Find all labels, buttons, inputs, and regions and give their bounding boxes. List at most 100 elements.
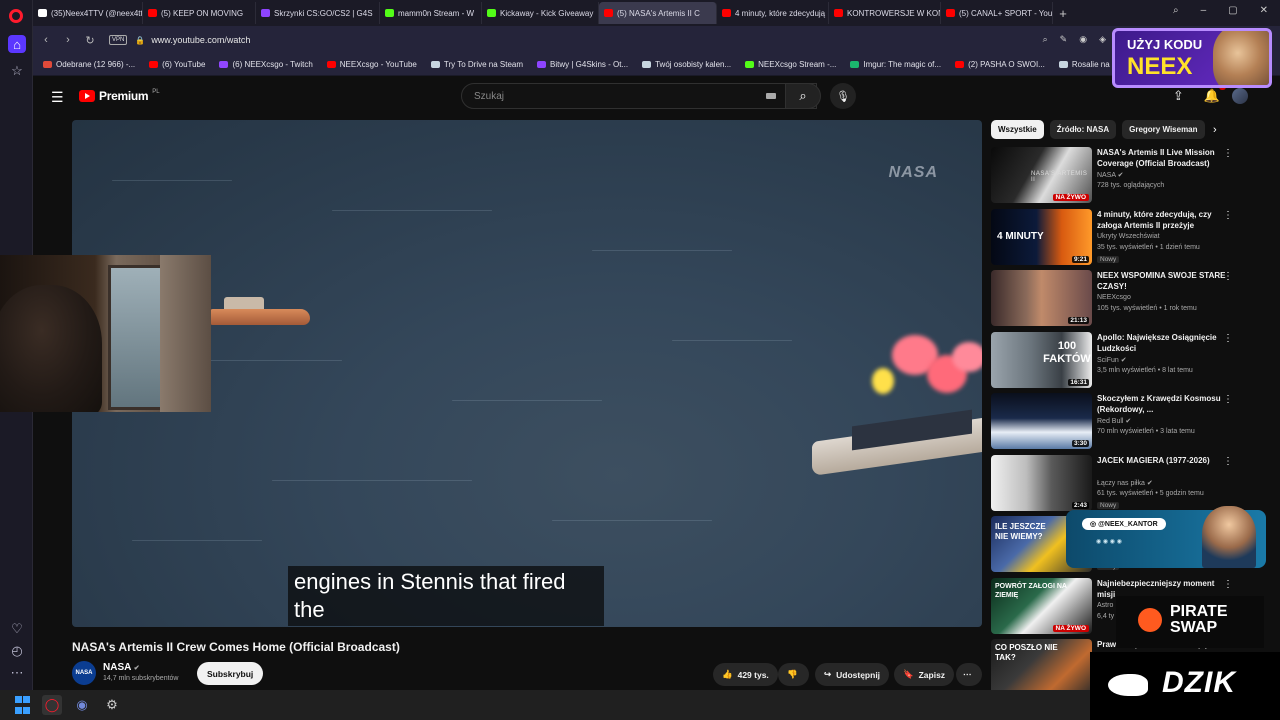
more-icon[interactable]: ⋮ [1223, 210, 1233, 221]
search-button[interactable]: ⌕ [785, 83, 821, 109]
tab[interactable]: Kickaway - Kick Giveaway [482, 2, 599, 24]
heart-icon[interactable]: ♡ [8, 620, 26, 638]
youtube-logo[interactable]: Premium PL [79, 89, 160, 103]
thumbnail[interactable]: 21:13 [991, 270, 1092, 326]
vpn-badge[interactable]: VPN [109, 35, 128, 45]
more-icon[interactable]: ⋮ [1223, 271, 1233, 282]
bookmark[interactable]: NEEXcsgo - YouTube [326, 60, 417, 69]
channel-avatar[interactable]: NASA [72, 661, 96, 685]
list-item[interactable]: 21:13 NEEX WSPOMINA SWOJE STARE CZASY! N… [991, 267, 1239, 329]
new-tab-button[interactable]: + [1053, 6, 1073, 21]
thumbnail[interactable]: 2:43 [991, 454, 1092, 511]
more-icon[interactable]: ⋮ [1223, 579, 1233, 590]
recommendation-title[interactable]: JACEK MAGIERA (1977-2026) [1097, 455, 1229, 466]
bell-icon[interactable]: 🔔5 [1204, 84, 1226, 104]
edit-icon[interactable]: ✎ [1060, 34, 1068, 45]
bookmark[interactable]: NEEXcsgo Stream -... [745, 60, 836, 69]
upload-icon[interactable]: ⇪ [1173, 88, 1184, 104]
forward-icon[interactable]: › [57, 34, 79, 46]
list-item[interactable]: 3:30 Skoczyłem z Krawędzi Kosmosu (Rekor… [991, 390, 1239, 452]
share-button[interactable]: ↪ Udostępnij [815, 663, 890, 686]
search-tabs-icon[interactable]: ⌕ [1173, 5, 1179, 16]
close-icon[interactable]: ✕ [1260, 5, 1268, 16]
thumbnail[interactable]: 3:30 [991, 393, 1092, 449]
subscribe-button[interactable]: Subskrybuj [197, 662, 264, 685]
reload-icon[interactable]: ↻ [79, 34, 101, 47]
opera-taskbar-icon[interactable]: ◯ [42, 695, 62, 715]
chip-gregory-wiseman[interactable]: Gregory Wiseman [1122, 120, 1205, 139]
microphone-button[interactable]: 🎙 [830, 83, 856, 109]
chip-all[interactable]: Wszystkie [991, 120, 1044, 139]
app-taskbar-icon[interactable]: ⚙ [102, 695, 122, 715]
bookmark[interactable]: (2) PASHA O SWOI... [955, 60, 1045, 69]
save-button[interactable]: 🔖 Zapisz [894, 663, 955, 686]
thumbnail[interactable]: POWRÓT ZAŁOGI NA ZIEMIĘ NA ŻYWO [991, 577, 1092, 634]
thumbnail[interactable]: 4 MINUTY 9:21 [991, 208, 1092, 265]
recommendation-channel[interactable]: Astro [1097, 602, 1113, 609]
chevron-right-icon[interactable]: › [1213, 124, 1217, 136]
back-icon[interactable]: ‹ [35, 34, 57, 46]
more-icon[interactable]: ⋮ [1223, 333, 1233, 344]
maximize-icon[interactable]: ▢ [1228, 5, 1237, 16]
discord-taskbar-icon[interactable]: ◉ [72, 695, 92, 715]
tab-active[interactable]: (5) NASA's Artemis II C [599, 2, 717, 24]
camera-icon[interactable]: ◉ [1079, 34, 1087, 45]
windows-start-icon[interactable] [12, 695, 32, 715]
thumbnail[interactable]: CO POSZŁO NIE TAK? [991, 639, 1092, 695]
shield-icon[interactable]: ◈ [1099, 34, 1106, 45]
recommendation-title[interactable]: 4 minuty, które zdecydują, czy załoga Ar… [1097, 209, 1229, 231]
recommendation-title[interactable]: Skoczyłem z Krawędzi Kosmosu (Rekordowy,… [1097, 393, 1229, 415]
thumbnail[interactable]: 100 FAKTÓW 16:31 [991, 331, 1092, 388]
home-icon[interactable]: ⌂ [8, 35, 26, 53]
recommendation-channel[interactable]: NASA ✔ [1097, 171, 1124, 179]
more-actions-button[interactable]: ⋯ [956, 663, 982, 686]
bookmark[interactable]: Odebrane (12 966) -... [43, 60, 135, 69]
thumbnail[interactable]: NASA'S ARTEMIS II NA ŻYWO [991, 147, 1092, 203]
avatar[interactable] [1232, 88, 1248, 104]
recommendation-channel[interactable]: Łączy nas piłka ✔ [1097, 479, 1153, 487]
keyboard-icon[interactable] [766, 93, 776, 99]
search-input[interactable] [462, 84, 816, 108]
chip-source-nasa[interactable]: Źródło: NASA [1049, 120, 1117, 139]
tab[interactable]: (35)Neex4TTV (@neex4tt [33, 2, 143, 24]
bookmark[interactable]: Bitwy | G4Skins - Ot... [537, 60, 628, 69]
bookmark[interactable]: (6) NEEXcsgo - Twitch [219, 60, 313, 69]
opera-logo-icon[interactable] [9, 9, 23, 23]
url-field[interactable]: www.youtube.com/watch [151, 35, 250, 45]
recommendation-title[interactable]: Apollo: Największe Osiągnięcie Ludzkości [1097, 332, 1229, 354]
recommendation-title[interactable]: NASA's Artemis II Live Mission Coverage … [1097, 147, 1229, 169]
tab[interactable]: (5) KEEP ON MOVING [143, 2, 256, 24]
star-icon[interactable]: ☆ [8, 62, 26, 80]
search-icon[interactable]: ⌕ [1043, 34, 1048, 45]
dislike-button[interactable]: 👎 [778, 663, 809, 686]
recommendation-channel[interactable]: Red Bull ✔ [1097, 417, 1131, 425]
tab[interactable]: Skrzynki CS:GO/CS2 | G4S [256, 2, 380, 24]
recommendation-title[interactable]: NEEX WSPOMINA SWOJE STARE CZASY! [1097, 270, 1229, 292]
recommendation-channel[interactable]: SciFun ✔ [1097, 356, 1127, 364]
more-icon[interactable]: ⋮ [1223, 394, 1233, 405]
more-icon[interactable]: ⋯ [8, 664, 26, 682]
bookmark[interactable]: (6) YouTube [149, 60, 205, 69]
list-item[interactable]: 4 MINUTY 9:21 4 minuty, które zdecydują,… [991, 206, 1239, 268]
list-item[interactable]: 100 FAKTÓW 16:31 Apollo: Największe Osią… [991, 329, 1239, 391]
more-icon[interactable]: ⋮ [1223, 456, 1233, 467]
hamburger-icon[interactable]: ☰ [51, 89, 64, 106]
tab[interactable]: 4 minuty, które zdecydują [717, 2, 829, 24]
minimize-icon[interactable]: – [1201, 5, 1207, 16]
tab[interactable]: (5) CANAL+ SPORT - YouT [941, 2, 1053, 24]
tab[interactable]: KONTROWERSJE W KOŃC [829, 2, 941, 24]
history-icon[interactable]: ◴ [8, 642, 26, 660]
recommendation-channel[interactable]: NEEXcsgo [1097, 294, 1131, 301]
tab[interactable]: mamm0n Stream - W [380, 2, 482, 24]
list-item[interactable]: 2:43 JACEK MAGIERA (1977-2026) Łączy nas… [991, 452, 1239, 514]
bookmark[interactable]: Twój osobisty kalen... [642, 60, 731, 69]
bookmark[interactable]: Imgur: The magic of... [850, 60, 941, 69]
bookmark[interactable]: Try To Drive na Steam [430, 60, 523, 69]
more-icon[interactable]: ⋮ [1223, 148, 1233, 159]
lock-icon[interactable]: 🔒 [135, 36, 145, 45]
list-item[interactable]: NASA'S ARTEMIS II NA ŻYWO NASA's Artemis… [991, 144, 1239, 206]
like-button[interactable]: 👍 429 tys. [713, 663, 778, 686]
channel-name[interactable]: NASA ✔ [103, 662, 140, 673]
recommendation-channel[interactable]: Ukryty Wszechświat [1097, 233, 1160, 240]
water-wave [272, 480, 472, 481]
